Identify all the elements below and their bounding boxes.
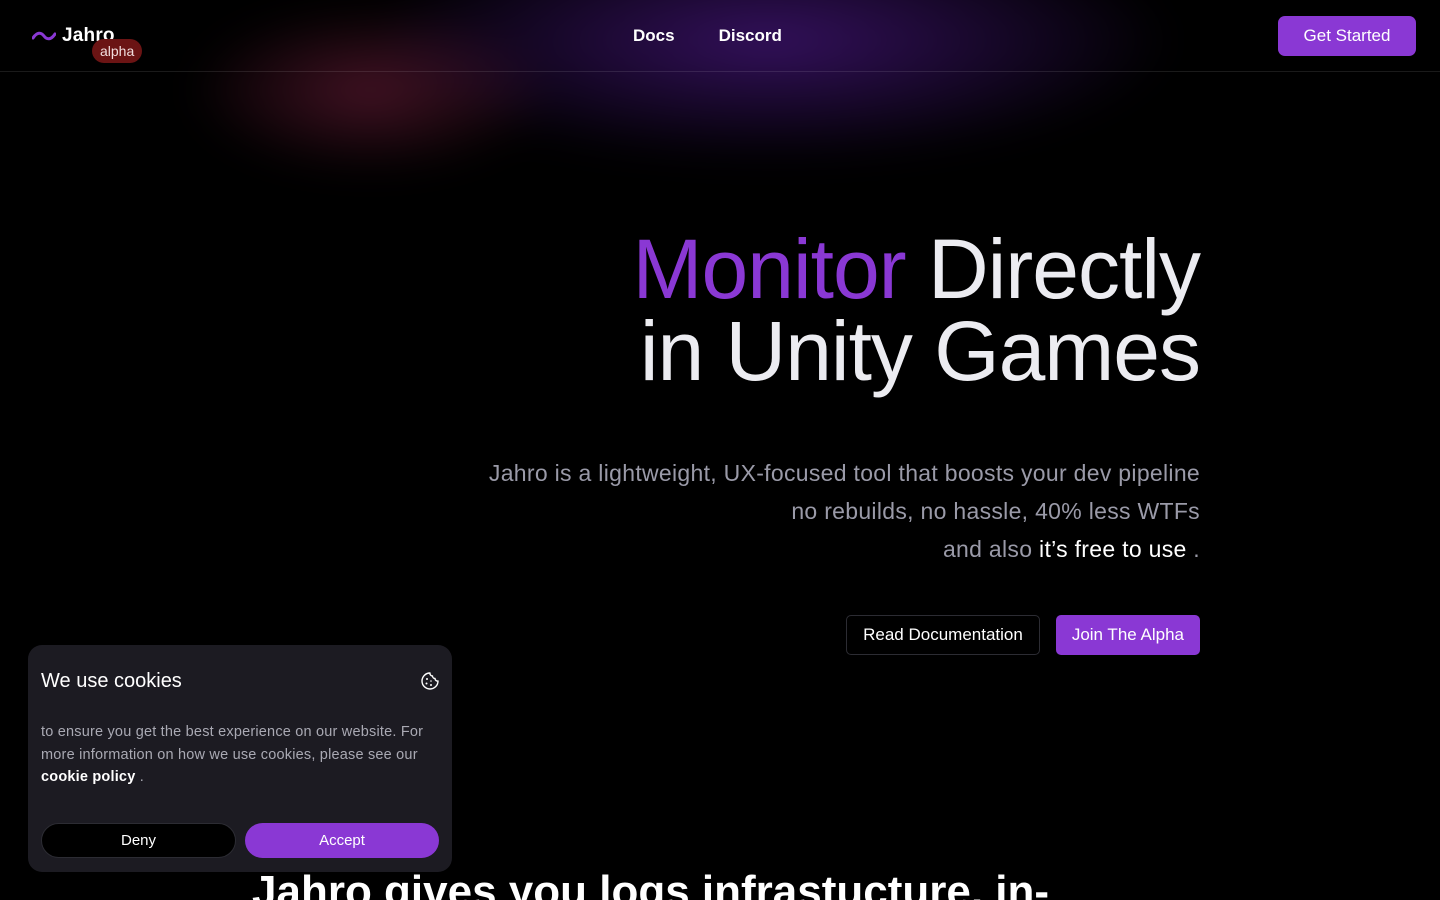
subtitle-highlight: it’s free to use xyxy=(1039,536,1187,562)
subtitle-line2: no rebuilds, no hassle, 40% less WTFs xyxy=(791,498,1200,524)
cookie-text-end: . xyxy=(139,769,144,785)
hero-title-line2: in Unity Games xyxy=(639,304,1201,398)
subtitle-line1: Jahro is a lightweight, UX-focused tool … xyxy=(488,460,1200,486)
join-alpha-button[interactable]: Join The Alpha xyxy=(1055,615,1200,655)
section-title: Jahro gives you logs infrastucture, in- xyxy=(252,867,1050,900)
cookie-banner: We use cookies to ensure you get the bes… xyxy=(28,645,452,872)
landing-page: Jahro alpha Docs Discord Get Started Mon… xyxy=(0,0,1440,900)
nav-docs[interactable]: Docs xyxy=(633,25,675,47)
hero-title: Monitor Directly in Unity Games xyxy=(633,227,1201,393)
subtitle-line3-prefix: and also xyxy=(942,536,1033,562)
wave-icon xyxy=(32,31,56,41)
main-nav: Docs Discord xyxy=(633,25,782,47)
get-started-button[interactable]: Get Started xyxy=(1278,16,1416,56)
cookie-title: We use cookies xyxy=(41,670,182,692)
cookie-actions: Deny Accept xyxy=(41,823,439,858)
subtitle-line3-suffix: . xyxy=(1193,536,1200,562)
hero-actions: Read Documentation Join The Alpha xyxy=(846,615,1200,655)
cookie-text: to ensure you get the best experience on… xyxy=(41,721,441,789)
cookie-text-body: to ensure you get the best experience on… xyxy=(41,724,424,763)
alpha-badge: alpha xyxy=(92,39,143,63)
hero-title-rest: Directly xyxy=(927,222,1201,316)
site-header: Jahro alpha Docs Discord Get Started xyxy=(0,0,1440,72)
accept-button[interactable]: Accept xyxy=(245,823,439,858)
read-documentation-button[interactable]: Read Documentation xyxy=(846,615,1040,655)
cookie-policy-link[interactable]: cookie policy xyxy=(41,769,135,785)
cookie-icon xyxy=(421,672,439,690)
deny-button[interactable]: Deny xyxy=(41,823,236,858)
hero-subtitle: Jahro is a lightweight, UX-focused tool … xyxy=(489,454,1200,568)
subtitle-line3: and also it’s free to use . xyxy=(489,530,1200,568)
nav-discord[interactable]: Discord xyxy=(719,25,782,47)
hero-title-accent: Monitor xyxy=(632,222,907,316)
